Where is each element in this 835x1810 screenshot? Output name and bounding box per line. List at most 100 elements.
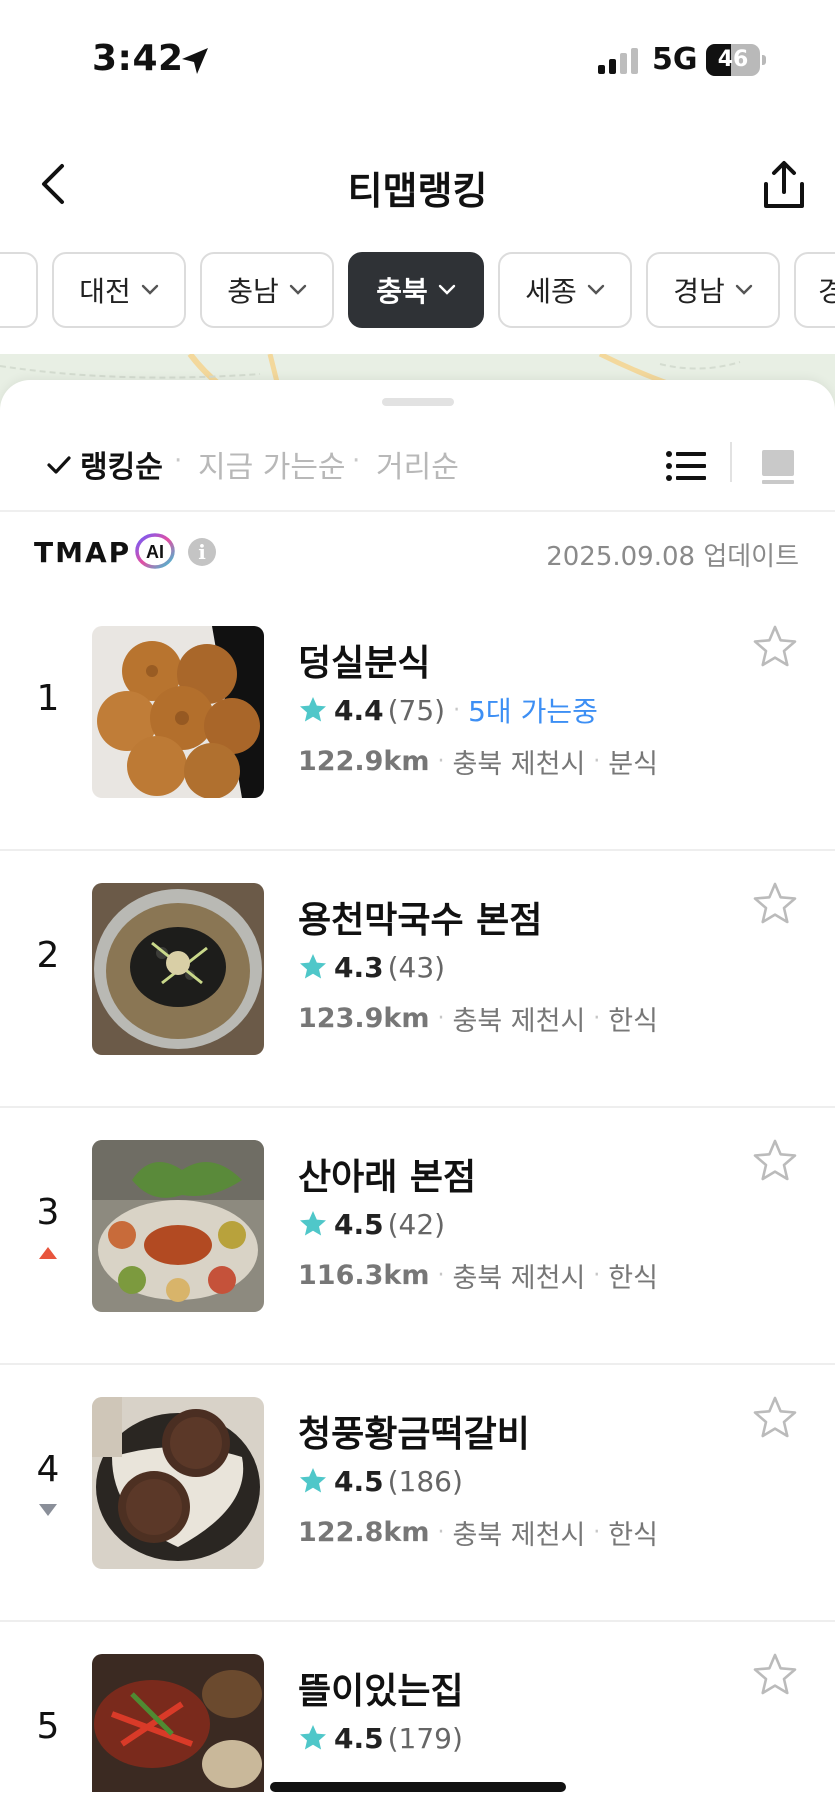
- share-button[interactable]: [756, 158, 812, 214]
- region-chip-partial-right[interactable]: 경: [794, 252, 835, 328]
- restaurant-photo[interactable]: [92, 626, 264, 798]
- star-filled-icon: [300, 697, 326, 722]
- region-chip-gyeongnam[interactable]: 경남: [646, 252, 780, 328]
- chevron-down-icon: [289, 284, 306, 295]
- separator-dot: ·: [453, 697, 461, 723]
- list-item[interactable]: 3 산아래 본점 4.5 (42) 116.3km · 충북 제천시 · 한식: [0, 1108, 835, 1365]
- restaurant-name: 용천막국수 본점: [298, 900, 543, 941]
- list-view-icon[interactable]: [664, 446, 708, 486]
- rating-value: 4.4: [334, 693, 384, 727]
- chevron-down-icon: [438, 284, 455, 295]
- separator-dot: ·: [437, 1006, 445, 1031]
- restaurant-name: 뜰이있는집: [298, 1671, 464, 1712]
- restaurant-photo[interactable]: [92, 1397, 264, 1569]
- rating-value: 4.5: [334, 1721, 384, 1755]
- status-time: 3:42: [92, 38, 184, 79]
- page-title: 티맵랭킹: [347, 169, 488, 213]
- list-item[interactable]: 4 청풍황금떡갈비 4.5 (186) 122.8km · 충북 제천시 · 한…: [0, 1365, 835, 1622]
- region: 충북 제천시: [452, 1520, 586, 1551]
- rating-value: 4.5: [334, 1207, 384, 1241]
- battery-icon: 46: [706, 44, 766, 76]
- ai-info-row: TMAP AI i 2025.09.08 업데이트: [0, 530, 835, 590]
- distance: 122.8km: [298, 1517, 430, 1548]
- region-chip-partial-left[interactable]: [0, 252, 38, 328]
- home-indicator[interactable]: [270, 1782, 566, 1792]
- distance: 123.9km: [298, 1003, 430, 1034]
- info-icon[interactable]: i: [188, 538, 216, 566]
- chevron-down-icon: [141, 284, 158, 295]
- chevron-down-icon: [587, 284, 604, 295]
- separator-dot: ·: [437, 1520, 445, 1545]
- separator-dot: ·: [593, 1263, 601, 1288]
- region: 충북 제천시: [452, 1263, 586, 1294]
- separator-dot: ·: [437, 1263, 445, 1288]
- sort-option-going-now[interactable]: 지금 가는순: [198, 442, 346, 486]
- meta-row: 122.8km · 충북 제천시 · 한식: [298, 1513, 658, 1552]
- restaurant-photo[interactable]: [92, 1654, 264, 1792]
- region-chip-chungbuk[interactable]: 충북: [348, 252, 484, 328]
- rank-number: 1: [36, 678, 60, 719]
- review-count: (42): [387, 1207, 446, 1241]
- sort-option-ranking[interactable]: 랭킹순: [80, 442, 163, 486]
- ranking-sheet: 랭킹순 · 지금 가는순 · 거리순 TMAP AI i 2025.09.08 …: [0, 380, 835, 1810]
- region-filter-bar: 대전 충남 충북 세종 경남 경: [0, 252, 835, 330]
- sort-separator: ·: [174, 446, 183, 476]
- divider: [0, 510, 835, 512]
- favorite-star-icon[interactable]: [752, 1652, 798, 1698]
- category: 한식: [608, 1263, 658, 1294]
- rank-number: 3: [36, 1192, 60, 1233]
- separator-dot: ·: [437, 749, 445, 774]
- favorite-star-icon[interactable]: [752, 624, 798, 670]
- cellular-signal-icon: [598, 48, 638, 74]
- review-count: (179): [387, 1721, 463, 1755]
- rank-number: 4: [36, 1449, 60, 1490]
- restaurant-photo[interactable]: [92, 1140, 264, 1312]
- favorite-star-icon[interactable]: [752, 1138, 798, 1184]
- list-item[interactable]: 1 덩실분식 4.4 (75) · 5대 가는중 122.9km · 충북 제천…: [0, 594, 835, 851]
- list-item[interactable]: 5 뜰이있는집 4.5 (179): [0, 1622, 835, 1792]
- rating-row: 4.5 (186): [298, 1461, 463, 1501]
- category: 분식: [608, 749, 658, 780]
- restaurant-photo[interactable]: [92, 883, 264, 1055]
- region-chip-chungnam[interactable]: 충남: [200, 252, 334, 328]
- region-chip-daejeon[interactable]: 대전: [52, 252, 186, 328]
- card-view-icon[interactable]: [756, 444, 800, 488]
- region-chip-sejong[interactable]: 세종: [498, 252, 632, 328]
- ai-badge-label: AI: [146, 542, 164, 562]
- category: 한식: [608, 1520, 658, 1551]
- rating-row: 4.4 (75) · 5대 가는중: [298, 690, 598, 730]
- sort-option-distance[interactable]: 거리순: [376, 442, 459, 486]
- restaurant-name: 청풍황금떡갈비: [298, 1414, 530, 1455]
- list-item[interactable]: 2 용천막국수 본점 4.3 (43) 123.9km · 충북 제천시 · 한…: [0, 851, 835, 1108]
- view-divider: [730, 442, 732, 482]
- sort-bar: 랭킹순 · 지금 가는순 · 거리순: [0, 432, 835, 512]
- live-traffic: 5대 가는중: [468, 695, 598, 728]
- sheet-drag-handle[interactable]: [382, 398, 454, 406]
- chevron-down-icon: [735, 284, 752, 295]
- network-type: 5G: [652, 42, 698, 77]
- rank-down-icon: [39, 1504, 57, 1516]
- review-count: (186): [387, 1464, 463, 1498]
- rating-row: 4.5 (179): [298, 1718, 463, 1758]
- ai-badge-icon: AI: [135, 533, 175, 569]
- star-filled-icon: [300, 954, 326, 979]
- meta-row: 123.9km · 충북 제천시 · 한식: [298, 999, 658, 1038]
- star-filled-icon: [300, 1468, 326, 1493]
- category: 한식: [608, 1006, 658, 1037]
- distance: 116.3km: [298, 1260, 430, 1291]
- restaurant-name: 산아래 본점: [298, 1157, 477, 1198]
- star-filled-icon: [300, 1725, 326, 1750]
- favorite-star-icon[interactable]: [752, 881, 798, 927]
- battery-level: 46: [717, 47, 749, 72]
- separator-dot: ·: [593, 1006, 601, 1031]
- favorite-star-icon[interactable]: [752, 1395, 798, 1441]
- rank-number: 2: [36, 935, 60, 976]
- check-icon: [47, 456, 71, 474]
- separator-dot: ·: [593, 749, 601, 774]
- rating-value: 4.5: [334, 1464, 384, 1498]
- rating-row: 4.3 (43): [298, 947, 445, 987]
- sort-separator: ·: [352, 446, 361, 476]
- rating-value: 4.3: [334, 950, 384, 984]
- separator-dot: ·: [593, 1520, 601, 1545]
- restaurant-name: 덩실분식: [298, 643, 431, 684]
